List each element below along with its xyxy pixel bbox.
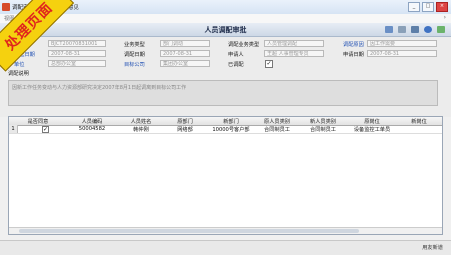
save-icon[interactable] xyxy=(385,26,393,33)
table-row[interactable]: 1 ✓ 50004582 韩仲刚 网络部 10000号客户部 合同制员工 合同制… xyxy=(9,125,442,134)
print-icon[interactable] xyxy=(398,26,406,33)
column-header[interactable]: 是否同意 xyxy=(23,118,53,125)
column-header[interactable]: 新岗位 xyxy=(399,118,439,125)
status-text: 用友新道 xyxy=(422,245,443,251)
label-memo: 调配说明 xyxy=(8,71,29,77)
column-header[interactable]: 新部门 xyxy=(209,118,253,125)
label-transfer-reason: 调配原因 xyxy=(343,42,364,48)
cell-old-post: 设备监控工单员 xyxy=(353,127,391,133)
unit-field[interactable]: 总部办公室 xyxy=(48,60,106,67)
expand-arrow-icon[interactable]: › xyxy=(444,14,446,21)
cell-old-dept: 网络部 xyxy=(177,127,193,133)
label-business-type: 业务类型 xyxy=(124,42,145,48)
transferred-checkbox[interactable]: ✓ xyxy=(265,60,273,68)
cell-old-type: 合同制员工 xyxy=(264,127,290,133)
app-icon xyxy=(2,3,10,11)
scrollbar-thumb[interactable] xyxy=(19,229,359,233)
label-applicant: 申请人 xyxy=(228,52,244,58)
minimize-icon[interactable]: _ xyxy=(408,2,420,12)
cell-name: 韩仲刚 xyxy=(133,127,149,133)
mail-icon[interactable] xyxy=(411,26,419,33)
cell-new-type: 合同制员工 xyxy=(310,127,336,133)
page-title: 人员调配审批 xyxy=(204,26,247,34)
column-header[interactable]: 人员姓名 xyxy=(121,118,161,125)
close-icon[interactable]: × xyxy=(436,2,448,12)
label-transfer-date: 调配日期 xyxy=(124,52,145,58)
refresh-icon[interactable] xyxy=(424,26,432,33)
column-header[interactable]: 原岗位 xyxy=(349,118,395,125)
transfer-date-field[interactable]: 2007-08-31 xyxy=(160,50,210,57)
apply-date-field[interactable]: 2007-08-31 xyxy=(367,50,437,57)
status-bar: 用友新道 xyxy=(0,240,451,255)
agree-checkbox[interactable]: ✓ xyxy=(42,126,49,133)
column-header[interactable]: 新人员类别 xyxy=(301,118,345,125)
business-type-field[interactable]: 部门调动 xyxy=(160,40,210,47)
column-header[interactable]: 人员编码 xyxy=(67,118,117,125)
applicant-field[interactable]: 王超 人事管理专员 xyxy=(264,50,324,57)
toolbar xyxy=(385,26,445,33)
page-header: 人员调配审批 xyxy=(0,23,451,37)
cell-new-dept: 10000号客户部 xyxy=(212,127,250,133)
label-apply-date: 申请日期 xyxy=(343,52,364,58)
column-header[interactable]: 原人员类别 xyxy=(255,118,299,125)
label-unit: 单位 xyxy=(14,62,25,68)
start-date-field[interactable]: 2007-08-31 xyxy=(48,50,106,57)
app-window: 调配审批 审批意见 _ □ × 视图 文件 › 人员调配审批 单号 BJCT20… xyxy=(0,0,451,255)
transfer-type-field[interactable]: 人员管理调配 xyxy=(264,40,324,47)
memo-field[interactable]: 因新工作任务变动与人力资源部研究决定2007年8月1日起调离到目标公司工作 xyxy=(8,80,438,106)
label-transferred: 已调配 xyxy=(228,62,244,68)
maximize-icon[interactable]: □ xyxy=(422,2,434,12)
doc-no-field[interactable]: BJCT20070831001 xyxy=(48,40,106,47)
row-number: 1 xyxy=(9,125,18,133)
label-target-company: 目标公司 xyxy=(124,62,145,68)
horizontal-scrollbar[interactable] xyxy=(9,227,442,234)
cell-code: 50004582 xyxy=(78,126,106,132)
target-company-field[interactable]: 集团办公室 xyxy=(160,60,210,67)
label-transfer-type: 调配业务类型 xyxy=(228,42,260,48)
staff-grid: 是否同意 人员编码 人员姓名 原部门 新部门 原人员类别 新人员类别 原岗位 新… xyxy=(8,116,443,235)
transfer-reason-field[interactable]: 因工作需要 xyxy=(367,40,437,47)
help-icon[interactable] xyxy=(437,26,445,33)
column-header[interactable]: 原部门 xyxy=(165,118,205,125)
window-controls: _ □ × xyxy=(408,2,448,12)
